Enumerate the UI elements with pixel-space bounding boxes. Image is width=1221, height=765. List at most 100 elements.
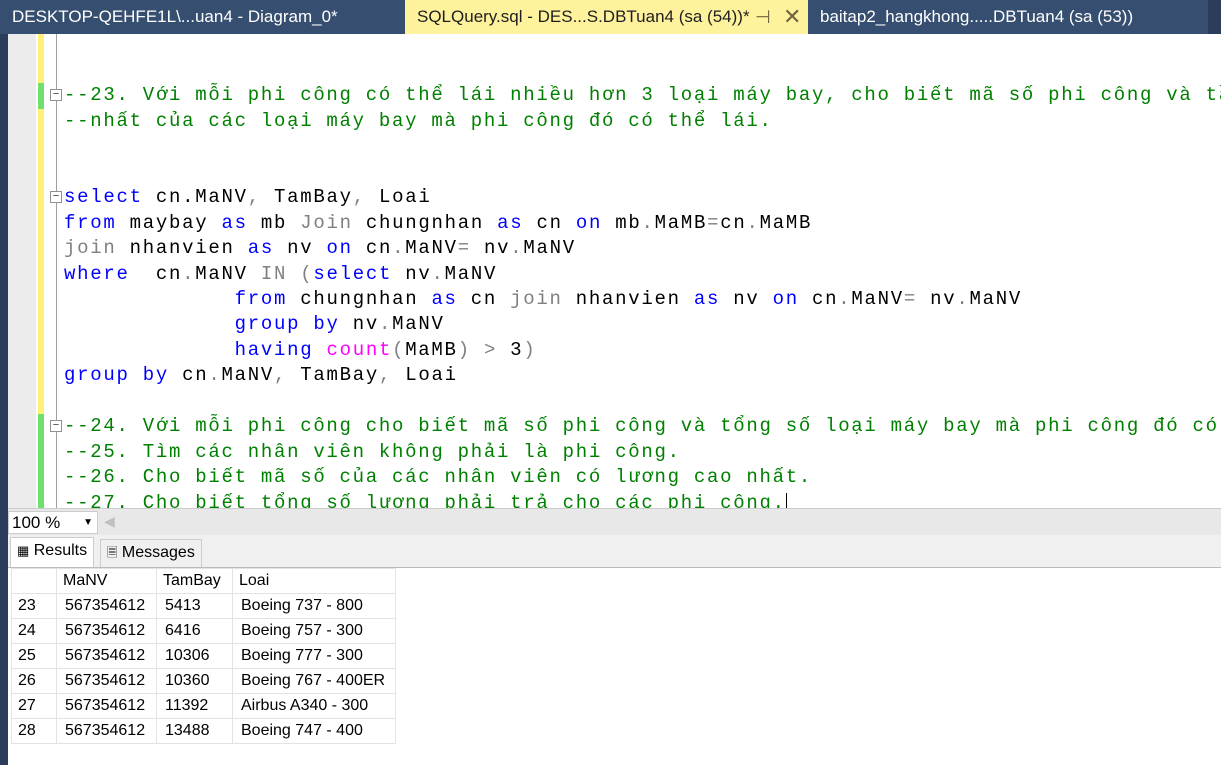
table-row[interactable]: 28 567354612 13488 Boeing 747 - 400 (11, 718, 396, 744)
results-grid[interactable]: MaNV TamBay Loai 23 567354612 5413 Boeing 7… (8, 567, 1221, 765)
code-token: nv (339, 313, 379, 336)
row-number[interactable]: 23 (11, 593, 57, 619)
code-token: MaNV (405, 237, 458, 260)
row-number[interactable]: 28 (11, 718, 57, 744)
code-token: TamBay (287, 364, 379, 387)
code-line[interactable]: from chungnhan as cn join nhanvien as nv… (64, 287, 1022, 312)
code-token: as (497, 211, 524, 234)
row-number[interactable]: 24 (11, 618, 57, 644)
code-token: , (378, 364, 393, 387)
table-cell[interactable]: Boeing 767 - 400ER (232, 668, 396, 694)
code-line[interactable]: --24. Với mỗi phi công cho biết mã số ph… (64, 414, 1221, 439)
code-token: --24. Với mỗi phi công cho biết mã số ph… (64, 415, 1221, 438)
table-cell[interactable]: 567354612 (56, 693, 157, 719)
code-line[interactable]: --27. Cho biết tổng số lượng phải trả ch… (64, 491, 787, 508)
header-row: MaNV TamBay Loai (11, 568, 396, 594)
code-token: having (234, 338, 314, 361)
code-token: MaNV (523, 237, 576, 260)
table-cell[interactable]: Boeing 737 - 800 (232, 593, 396, 619)
code-token: nv (273, 237, 327, 260)
zoom-select[interactable]: 100 % ▼ (8, 511, 98, 534)
column-header-manv[interactable]: MaNV (56, 568, 157, 594)
code-token: MaNV (444, 262, 498, 285)
collapse-icon[interactable]: − (50, 89, 62, 102)
table-cell[interactable]: Boeing 747 - 400 (232, 718, 396, 744)
tab-messages[interactable]: 🗏 Messages (100, 539, 202, 567)
tab-diagram[interactable]: DESKTOP-QEHFE1L\...uan4 - Diagram_0* (0, 0, 405, 34)
tab-baitap2[interactable]: baitap2_hangkhong.....DBTuan4 (sa (53)) (808, 0, 1208, 34)
code-token: group by (64, 364, 169, 387)
code-token: where (64, 262, 130, 285)
row-number[interactable]: 25 (11, 643, 57, 669)
editor-gutter (8, 34, 36, 508)
table-cell[interactable]: 567354612 (56, 668, 157, 694)
code-line[interactable]: group by nv.MaNV (64, 312, 445, 337)
table-cell[interactable]: 6416 (156, 618, 233, 644)
table-cell[interactable]: 10360 (156, 668, 233, 694)
tab-sqlquery[interactable]: SQLQuery.sql - DES...S.DBTuan4 (sa (54))… (405, 0, 808, 34)
code-token: ( (392, 338, 406, 361)
table-cell[interactable]: 567354612 (56, 593, 157, 619)
code-line[interactable]: having count(MaMB) > 3) (64, 338, 536, 363)
code-line[interactable]: where cn.MaNV IN (select nv.MaNV (64, 262, 497, 287)
tab-label: Messages (121, 544, 195, 561)
table-cell[interactable]: 567354612 (56, 718, 157, 744)
table-row[interactable]: 26 567354612 10360 Boeing 767 - 400ER (11, 668, 396, 694)
code-line[interactable]: select cn.MaNV, TamBay, Loai (64, 185, 431, 210)
code-line[interactable]: group by cn.MaNV, TamBay, Loai (64, 363, 458, 388)
table-row[interactable]: 25 567354612 10306 Boeing 777 - 300 (11, 643, 396, 669)
table-row[interactable]: 23 567354612 5413 Boeing 737 - 800 (11, 593, 396, 619)
code-token: --25. Tìm các nhân viên không phải là ph… (64, 440, 681, 463)
grid-icon: ▦ (17, 543, 30, 558)
table-row[interactable]: 24 567354612 6416 Boeing 757 - 300 (11, 618, 396, 644)
saved-change-marker (38, 465, 44, 492)
table-cell[interactable]: 567354612 (56, 618, 157, 644)
row-number[interactable]: 27 (11, 693, 57, 719)
table-cell[interactable]: Boeing 777 - 300 (232, 643, 396, 669)
saved-change-marker (38, 439, 44, 466)
code-line[interactable]: join nhanvien as nv on cn.MaNV= nv.MaNV (64, 236, 576, 261)
table-cell[interactable]: 567354612 (56, 643, 157, 669)
code-line[interactable]: --25. Tìm các nhân viên không phải là ph… (64, 440, 681, 465)
code-line[interactable]: --23. Với mỗi phi công có thể lái nhiều … (64, 83, 1221, 108)
column-header-loai[interactable]: Loai (232, 568, 396, 594)
table-cell[interactable]: 11392 (156, 693, 233, 719)
table-cell[interactable]: Boeing 757 - 300 (232, 618, 396, 644)
code-token: chungnhan (287, 288, 432, 310)
code-token: cn (129, 262, 183, 285)
code-line[interactable]: from maybay as mb Join chungnhan as cn o… (64, 211, 812, 236)
collapse-icon[interactable]: − (50, 191, 62, 204)
code-token: . (208, 364, 222, 387)
pin-icon[interactable]: ⊣ (755, 0, 771, 34)
text-caret (785, 492, 787, 508)
code-token: , (247, 186, 261, 209)
code-token: maybay (116, 211, 222, 234)
table-cell[interactable]: Airbus A340 - 300 (232, 693, 396, 719)
close-icon[interactable]: ✕ (783, 0, 801, 34)
code-token: --26. Cho biết mã số của các nhân viên c… (64, 466, 812, 489)
code-token: cn (798, 288, 839, 310)
table-cell[interactable]: 13488 (156, 718, 233, 744)
saved-change-marker (38, 83, 44, 110)
code-token: Join (300, 211, 353, 234)
code-token: as (693, 288, 721, 310)
row-number[interactable]: 26 (11, 668, 57, 694)
code-token: Loai (392, 364, 458, 387)
sql-editor[interactable]: --23. Với mỗi phi công có thể lái nhiều … (8, 34, 1221, 508)
collapse-icon[interactable]: − (50, 420, 62, 433)
table-cell[interactable]: 10306 (156, 643, 233, 669)
tab-results[interactable]: ▦ Results (10, 537, 95, 567)
tab-label: SQLQuery.sql - DES...S.DBTuan4 (sa (54))… (417, 7, 750, 26)
table-cell[interactable]: 5413 (156, 593, 233, 619)
code-line[interactable]: --nhất của các loại máy bay mà phi công … (64, 109, 773, 134)
code-token: on (326, 237, 353, 260)
scroll-left-icon[interactable]: ◀ (104, 513, 115, 530)
column-header-tambay[interactable]: TamBay (156, 568, 233, 594)
code-token: . (956, 288, 970, 310)
table-row[interactable]: 27 567354612 11392 Airbus A340 - 300 (11, 693, 396, 719)
code-line[interactable]: --26. Cho biết mã số của các nhân viên c… (64, 465, 812, 490)
